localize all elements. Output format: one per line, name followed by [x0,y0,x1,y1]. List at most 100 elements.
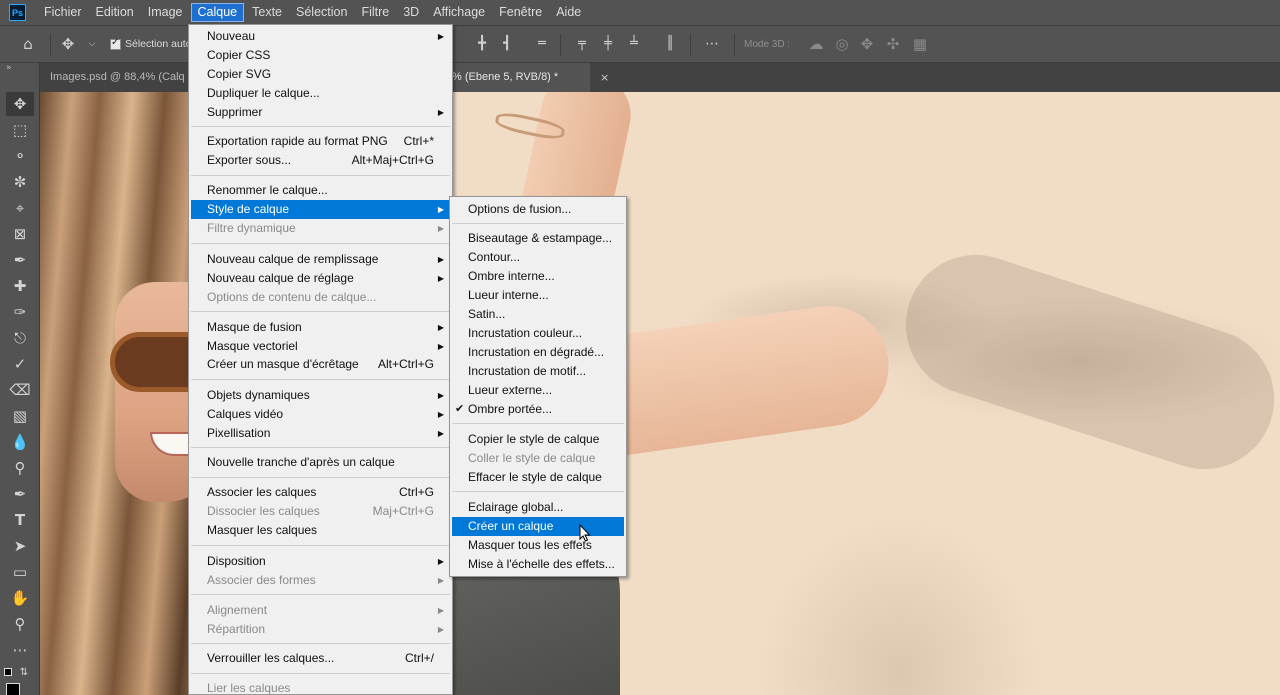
menu-calque[interactable]: Calque [190,3,245,22]
default-colors-icon[interactable] [4,668,12,676]
foreground-color-swatch[interactable] [6,683,20,695]
menu-item-reglage[interactable]: Nouveau calque de réglage ▶ [191,269,450,288]
3d-slide-icon[interactable]: ✣ [883,34,903,54]
menu-item-filtre-dynamique[interactable]: Filtre dynamique ▶ [191,219,450,238]
3d-camera-icon[interactable]: ▦ [910,34,930,54]
menu-item-verrouiller[interactable]: Verrouiller les calques... Ctrl+/ [191,649,450,668]
menu-item-masquer[interactable]: Masquer les calques [191,521,450,540]
menu-aide[interactable]: Aide [550,3,587,22]
frame-tool-icon[interactable]: ⊠ [6,222,34,246]
submenu-item-mise-echelle[interactable]: Mise à l'échelle des effets... [452,555,624,574]
menu-item-associer-formes[interactable]: Associer des formes ▶ [191,571,450,590]
chevron-down-icon[interactable]: ⌵ [82,34,102,54]
submenu-item-satin[interactable]: Satin... [452,305,624,324]
submenu-item-incrustation-couleur[interactable]: Incrustation couleur... [452,324,624,343]
menu-item-remplissage[interactable]: Nouveau calque de remplissage ▶ [191,250,450,269]
submenu-item-ombre-portee[interactable]: ✔ Ombre portée... [452,400,624,419]
menu-item-alignement[interactable]: Alignement ▶ [191,601,450,620]
blur-tool-icon[interactable]: 💧 [6,430,34,454]
submenu-item-eclairage-global[interactable]: Eclairage global... [452,498,624,517]
move-tool-icon[interactable]: ✥ [6,92,34,116]
menu-item-export-png[interactable]: Exportation rapide au format PNG Ctrl+* [191,132,450,151]
submenu-item-coller-style[interactable]: Coller le style de calque [452,449,624,468]
hand-tool-icon[interactable]: ✋ [6,586,34,610]
menu-item-masque-vectoriel[interactable]: Masque vectoriel ▶ [191,337,450,356]
menu-item-copier-svg[interactable]: Copier SVG [191,65,450,84]
quick-selection-tool-icon[interactable]: ✼ [6,170,34,194]
menu-item-style-de-calque[interactable]: Style de calque ▶ [191,200,450,219]
eyedropper-tool-icon[interactable]: ✒ [6,248,34,272]
submenu-item-incrustation-degrade[interactable]: Incrustation en dégradé... [452,343,624,362]
menu-filtre[interactable]: Filtre [355,3,395,22]
healing-brush-tool-icon[interactable]: ✚ [6,274,34,298]
eraser-tool-icon[interactable]: ⌫ [6,378,34,402]
menu-selection[interactable]: Sélection [290,3,353,22]
menu-item-exporter-sous[interactable]: Exporter sous... Alt+Maj+Ctrl+G [191,151,450,170]
zoom-tool-icon[interactable]: ⚲ [6,612,34,636]
3d-pan-icon[interactable]: ✥ [857,34,877,54]
submenu-item-biseautage[interactable]: Biseautage & estampage... [452,229,624,248]
path-selection-tool-icon[interactable]: ➤ [6,534,34,558]
align-top-icon[interactable]: ╤ [572,34,592,54]
more-options-icon[interactable]: ⋯ [702,34,722,54]
clone-stamp-tool-icon[interactable]: ⎋ [6,326,34,350]
menu-item-dupliquer[interactable]: Dupliquer le calque... [191,84,450,103]
align-right-icon[interactable]: ┫ [497,34,517,54]
menu-item-calques-video[interactable]: Calques vidéo ▶ [191,405,450,424]
submenu-item-copier-style[interactable]: Copier le style de calque [452,430,624,449]
history-brush-tool-icon[interactable]: ✓ [6,352,34,376]
submenu-item-effacer-style[interactable]: Effacer le style de calque [452,468,624,487]
lasso-tool-icon[interactable]: ⚬ [6,144,34,168]
submenu-item-incrustation-motif[interactable]: Incrustation de motif... [452,362,624,381]
menu-item-supprimer[interactable]: Supprimer ▶ [191,103,450,122]
more-tools-icon[interactable]: ⋯ [6,638,34,662]
rectangle-tool-icon[interactable]: ▭ [6,560,34,584]
menu-affichage[interactable]: Affichage [427,3,491,22]
distribute-icon[interactable]: ║ [660,34,680,54]
3d-roll-icon[interactable]: ◎ [832,34,852,54]
close-tab-icon[interactable]: × [600,71,609,84]
crop-tool-icon[interactable]: ⌖ [6,196,34,220]
menu-item-copier-css[interactable]: Copier CSS [191,46,450,65]
pen-tool-icon[interactable]: ✒ [6,482,34,506]
align-bottom-icon[interactable]: ╧ [624,34,644,54]
checkbox-checked-icon[interactable] [110,37,121,50]
menu-edition[interactable]: Edition [90,3,140,22]
menu-item-disposition[interactable]: Disposition ▶ [191,552,450,571]
home-icon[interactable]: ⌂ [18,34,38,54]
3d-orbit-icon[interactable]: ☁ [806,34,826,54]
menu-item-nouvelle-tranche[interactable]: Nouvelle tranche d'après un calque [191,453,450,472]
gradient-tool-icon[interactable]: ▧ [6,404,34,428]
submenu-item-creer-calque[interactable]: Créer un calque [452,517,624,536]
submenu-item-lueur-externe[interactable]: Lueur externe... [452,381,624,400]
menu-item-masque-ecretage[interactable]: Créer un masque d'écrêtage Alt+Ctrl+G [191,355,450,374]
menu-item-repartition[interactable]: Répartition ▶ [191,620,450,639]
align-horizontal-center-icon[interactable]: ═ [532,34,552,54]
submenu-item-ombre-interne[interactable]: Ombre interne... [452,267,624,286]
menu-texte[interactable]: Texte [246,3,288,22]
menu-item-renommer[interactable]: Renommer le calque... [191,181,450,200]
menu-fenetre[interactable]: Fenêtre [493,3,548,22]
menu-item-options-contenu[interactable]: Options de contenu de calque... [191,288,450,307]
document-tab-images[interactable]: Images.psd @ 88,4% (Calq [40,63,190,92]
move-tool-icon[interactable]: ✥ [58,34,78,54]
menu-3d[interactable]: 3D [397,3,425,22]
auto-select-checkbox[interactable]: Sélection auto [110,37,192,50]
dodge-tool-icon[interactable]: ⚲ [6,456,34,480]
menu-item-objets-dynamiques[interactable]: Objets dynamiques ▶ [191,386,450,405]
submenu-item-options-fusion[interactable]: Options de fusion... [452,200,624,219]
align-icon[interactable]: ╋ [472,34,492,54]
submenu-item-lueur-interne[interactable]: Lueur interne... [452,286,624,305]
brush-tool-icon[interactable]: ✑ [6,300,34,324]
marquee-tool-icon[interactable]: ⬚ [6,118,34,142]
menu-item-associer[interactable]: Associer les calques Ctrl+G [191,483,450,502]
menu-item-masque-fusion[interactable]: Masque de fusion ▶ [191,318,450,337]
menu-item-nouveau[interactable]: Nouveau ▶ [191,27,450,46]
menu-item-lier[interactable]: Lier les calques [191,679,450,695]
submenu-item-masquer-effets[interactable]: Masquer tous les effets [452,536,624,555]
type-tool-icon[interactable]: T [6,508,34,532]
align-vertical-center-icon[interactable]: ╪ [598,34,618,54]
submenu-item-contour[interactable]: Contour... [452,248,624,267]
swap-colors-icon[interactable]: ⇅ [16,661,32,685]
menu-fichier[interactable]: Fichier [38,3,88,22]
